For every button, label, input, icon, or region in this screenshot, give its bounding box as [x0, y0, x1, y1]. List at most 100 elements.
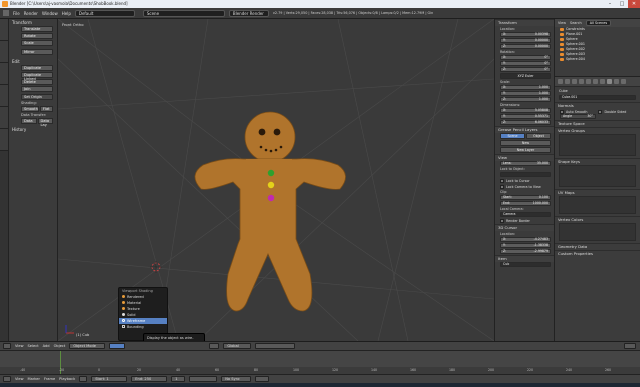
- modifiers-tab-icon[interactable]: [600, 79, 605, 84]
- tab-grease-pencil[interactable]: [0, 129, 8, 151]
- cursor-z-field[interactable]: Z: -2.99879: [500, 249, 551, 254]
- data-button[interactable]: Data: [21, 118, 37, 124]
- viewport-shading-button[interactable]: [109, 343, 126, 349]
- join-button[interactable]: Join: [21, 86, 53, 92]
- item-panel-header[interactable]: Item: [495, 255, 554, 262]
- grease-new-button[interactable]: New: [500, 140, 551, 146]
- render-border-checkbox[interactable]: Render Border: [500, 218, 551, 223]
- tab-animation[interactable]: [0, 85, 8, 107]
- editor-type-icon[interactable]: [3, 343, 11, 349]
- tab-create[interactable]: [0, 41, 8, 63]
- select-menu[interactable]: Select: [28, 344, 39, 348]
- smooth-button[interactable]: Smooth: [21, 106, 39, 112]
- shading-bounding-item[interactable]: Bounding: [119, 324, 167, 330]
- menu-window[interactable]: Window: [42, 11, 58, 16]
- lock-cursor-checkbox[interactable]: Lock to Cursor: [500, 178, 551, 183]
- tab-physics[interactable]: [0, 107, 8, 129]
- marker-menu[interactable]: Marker: [28, 377, 40, 381]
- dimensions-x-field[interactable]: X: 5.05808: [500, 108, 551, 113]
- texture-tab-icon[interactable]: [621, 79, 626, 84]
- cursor-y-field[interactable]: Y: -1.38338: [500, 243, 551, 248]
- vertex-groups-panel-header[interactable]: Vertex Groups: [555, 127, 640, 134]
- pivot-selector[interactable]: [209, 343, 220, 349]
- rotation-mode-select[interactable]: XYZ Euler: [500, 73, 551, 79]
- mode-selector[interactable]: Object Mode: [69, 343, 106, 349]
- vertex-colors-panel-header[interactable]: Vertex Colors: [555, 216, 640, 223]
- current-frame-field[interactable]: 1: [171, 376, 186, 382]
- tab-relations[interactable]: [0, 63, 8, 85]
- clip-end-field[interactable]: End: 1000.000: [500, 201, 551, 206]
- rotation-y-field[interactable]: Y: 0°: [500, 61, 551, 66]
- timeline[interactable]: -40 -20 0 20 40 60 80 100 120 140 160 180 200 220 240 2…: [0, 350, 640, 375]
- scene-tab-icon[interactable]: [572, 79, 577, 84]
- close-button[interactable]: ✕: [628, 0, 640, 8]
- flat-button[interactable]: Flat: [39, 106, 53, 112]
- grease-pencil-panel-header[interactable]: Grease Pencil Layers: [495, 126, 554, 133]
- data-layers-button[interactable]: Data Lay: [37, 118, 53, 127]
- clip-start-field[interactable]: Start: 0.100: [500, 195, 551, 200]
- local-camera-field[interactable]: Camera: [500, 212, 551, 217]
- 3d-cursor-panel-header[interactable]: 3D Cursor: [495, 224, 554, 231]
- uv-maps-list[interactable]: [559, 196, 636, 214]
- sync-selector[interactable]: No Sync: [221, 376, 252, 382]
- dimensions-z-field[interactable]: Z: 6.06033: [500, 120, 551, 125]
- view-panel-header[interactable]: View: [495, 154, 554, 161]
- keying-set-button[interactable]: [255, 376, 270, 382]
- render-engine-selector[interactable]: Blender Render: [228, 9, 269, 17]
- delete-button[interactable]: Delete: [21, 79, 53, 85]
- material-tab-icon[interactable]: [614, 79, 619, 84]
- object-tab-icon[interactable]: [586, 79, 591, 84]
- 3d-cursor-icon[interactable]: [150, 261, 162, 273]
- frame-menu[interactable]: Frame: [44, 377, 55, 381]
- grease-scene-button[interactable]: Scene: [500, 133, 525, 139]
- location-z-field[interactable]: Z: 0.00000: [500, 44, 551, 49]
- new-layer-button[interactable]: New Layer: [500, 147, 551, 153]
- lock-object-field[interactable]: [500, 172, 551, 177]
- object-menu[interactable]: Object: [54, 344, 66, 348]
- duplicate-linked-button[interactable]: Duplicate Linked: [21, 72, 53, 81]
- outliner-search-menu[interactable]: Search: [570, 21, 582, 25]
- menu-file[interactable]: File: [13, 11, 20, 16]
- lock-camera-checkbox[interactable]: Lock Camera to View: [500, 184, 551, 189]
- history-section-header[interactable]: History: [9, 126, 57, 133]
- location-x-field[interactable]: X: 0.00398: [500, 32, 551, 37]
- playback-menu[interactable]: Playback: [59, 377, 75, 381]
- translate-button[interactable]: Translate: [21, 26, 53, 32]
- lens-field[interactable]: Lens: 35.000: [500, 161, 551, 166]
- double-sided-checkbox[interactable]: Double Sided: [598, 109, 626, 114]
- scale-x-field[interactable]: X: 1.000: [500, 85, 551, 90]
- outliner-display-filter[interactable]: All Scenes: [585, 20, 612, 26]
- vertex-groups-list[interactable]: [559, 134, 636, 156]
- mirror-button[interactable]: Mirror: [21, 49, 53, 55]
- scale-z-field[interactable]: Z: 1.000: [500, 97, 551, 102]
- item-name-field[interactable]: Cub: [500, 262, 551, 267]
- set-origin-button[interactable]: Set Origin: [21, 94, 53, 100]
- transform-orientation-selector[interactable]: Global: [223, 343, 252, 349]
- timeline-view-menu[interactable]: View: [15, 377, 24, 381]
- maximize-button[interactable]: □: [616, 0, 628, 8]
- outliner-view-menu[interactable]: View: [558, 21, 566, 25]
- layout-selector[interactable]: Default: [74, 9, 135, 17]
- geometry-data-panel-header[interactable]: Geometry Data: [555, 243, 640, 250]
- location-y-field[interactable]: Y: 0.00000: [500, 38, 551, 43]
- menu-render[interactable]: Render: [24, 11, 38, 16]
- shape-keys-panel-header[interactable]: Shape Keys: [555, 158, 640, 165]
- layer-buttons[interactable]: [255, 343, 296, 349]
- cursor-x-field[interactable]: X: -4.27483: [500, 237, 551, 242]
- transform-section-header[interactable]: Transform: [9, 19, 57, 26]
- texture-space-panel-header[interactable]: Texture Space: [555, 120, 640, 127]
- tab-tools[interactable]: [0, 19, 8, 41]
- rotate-button[interactable]: Rotate: [21, 33, 53, 39]
- grease-object-button[interactable]: Object: [526, 133, 551, 139]
- shape-keys-list[interactable]: [559, 165, 636, 187]
- add-menu[interactable]: Add: [43, 344, 50, 348]
- view-menu[interactable]: View: [15, 344, 24, 348]
- autosmooth-angle-field[interactable]: Angle 30°: [560, 114, 596, 119]
- render-tab-icon[interactable]: [558, 79, 563, 84]
- rotation-z-field[interactable]: Z: 0°: [500, 67, 551, 72]
- duplicate-button[interactable]: Duplicate: [21, 65, 53, 71]
- rotation-x-field[interactable]: X: 0°: [500, 55, 551, 60]
- timeline-track[interactable]: [0, 351, 640, 367]
- end-frame-field[interactable]: End: 250: [131, 376, 168, 382]
- uv-maps-panel-header[interactable]: UV Maps: [555, 189, 640, 196]
